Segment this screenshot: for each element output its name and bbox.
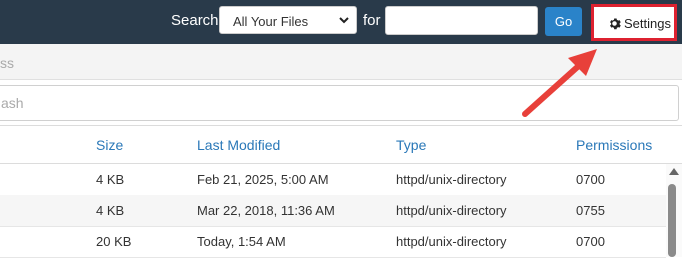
search-input[interactable] — [385, 6, 538, 35]
cell-permissions: 0755 — [576, 203, 605, 218]
scroll-thumb[interactable] — [668, 184, 676, 257]
file-table: Size Last Modified Type Permissions 4 KB… — [0, 125, 682, 258]
top-toolbar: Search All Your Files for Go Settings — [0, 0, 682, 44]
cell-permissions: 0700 — [576, 172, 605, 187]
chevron-down-icon — [339, 17, 349, 24]
column-header-type[interactable]: Type — [396, 137, 426, 153]
cell-size: 4 KB — [96, 172, 125, 187]
table-row[interactable]: 4 KB Mar 22, 2018, 11:36 AM httpd/unix-d… — [0, 195, 666, 227]
column-header-last-modified[interactable]: Last Modified — [197, 137, 280, 153]
scroll-up-icon[interactable] — [669, 168, 679, 175]
search-label: Search — [171, 12, 219, 29]
gear-icon — [610, 18, 621, 30]
table-header: Size Last Modified Type Permissions — [0, 126, 682, 164]
table-row[interactable]: 4 KB Feb 21, 2025, 5:00 AM httpd/unix-di… — [0, 164, 666, 196]
table-row[interactable]: 20 KB Today, 1:54 AM httpd/unix-director… — [0, 226, 666, 258]
cell-size: 20 KB — [96, 234, 132, 249]
cell-permissions: 0700 — [576, 234, 605, 249]
search-scope-select[interactable]: All Your Files — [219, 6, 357, 34]
path-field-text: ash — [1, 95, 24, 111]
column-header-permissions[interactable]: Permissions — [576, 137, 652, 153]
action-strip-text[interactable]: ss — [0, 55, 14, 71]
cell-last-modified: Feb 21, 2025, 5:00 AM — [197, 172, 329, 187]
column-header-size[interactable]: Size — [96, 137, 123, 153]
cell-last-modified: Today, 1:54 AM — [197, 234, 286, 249]
search-scope-selected: All Your Files — [233, 14, 309, 29]
settings-button[interactable]: Settings — [591, 4, 677, 41]
cell-type: httpd/unix-directory — [396, 172, 507, 187]
path-field[interactable]: ash — [0, 85, 679, 121]
cell-type: httpd/unix-directory — [396, 203, 507, 218]
cell-size: 4 KB — [96, 203, 125, 218]
action-strip: ss — [0, 44, 682, 80]
settings-label: Settings — [624, 16, 671, 31]
go-button[interactable]: Go — [545, 7, 582, 36]
for-label: for — [363, 12, 381, 29]
cell-last-modified: Mar 22, 2018, 11:36 AM — [197, 203, 335, 218]
cell-type: httpd/unix-directory — [396, 234, 507, 249]
table-scrollbar[interactable] — [666, 164, 682, 257]
